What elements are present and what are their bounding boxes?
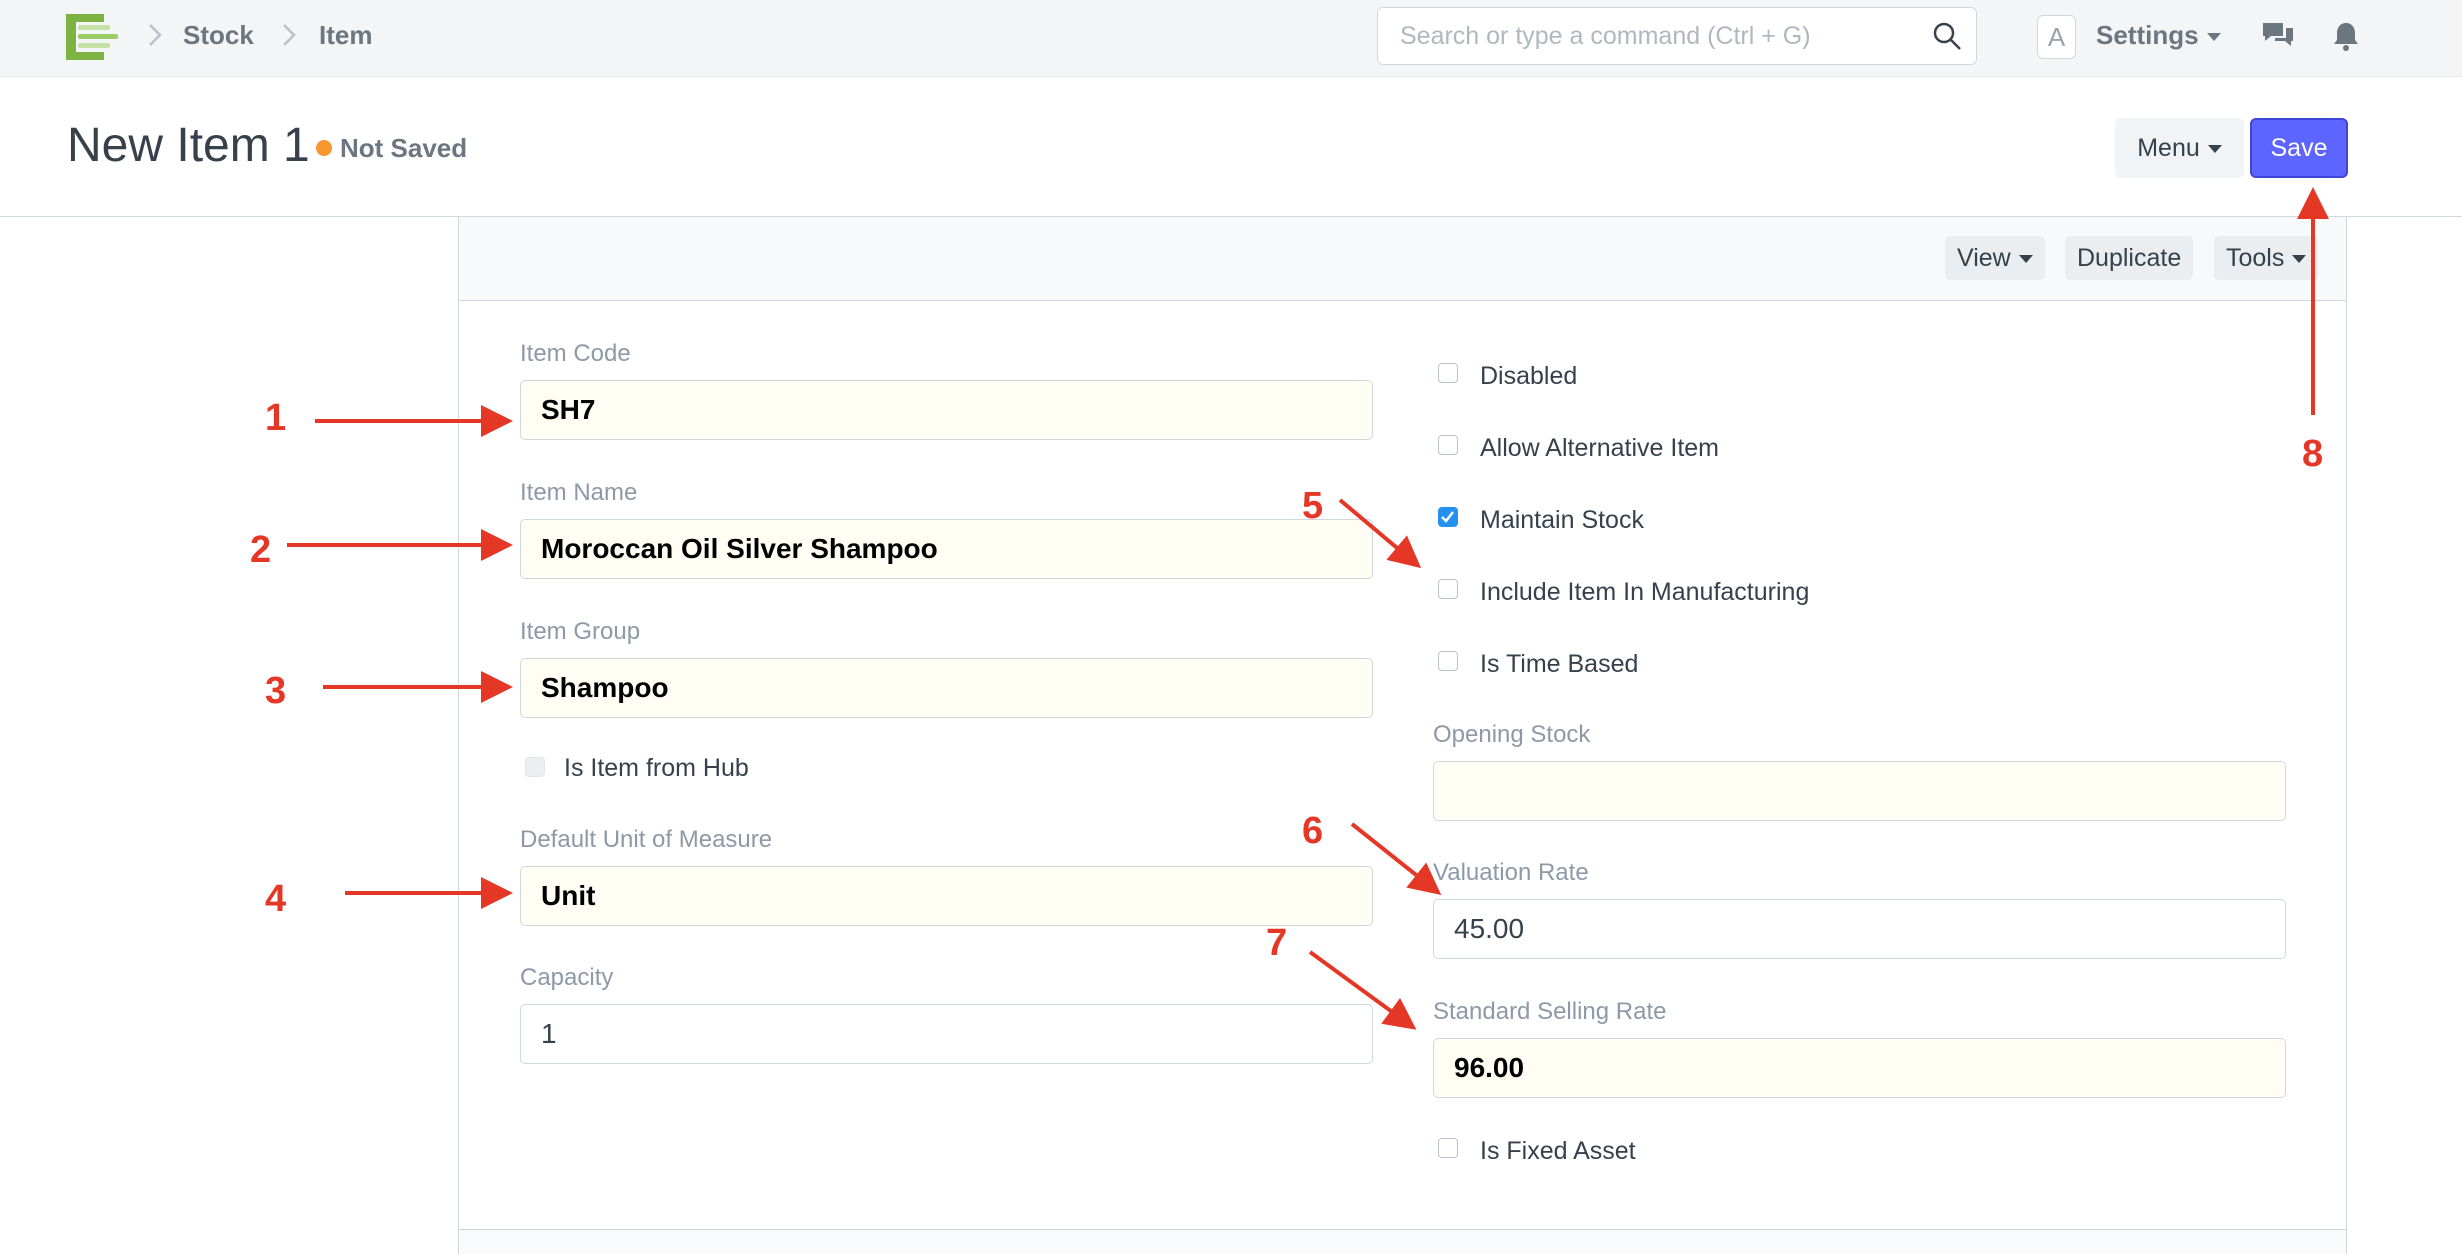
caret-down-icon xyxy=(2018,255,2033,264)
item-group-field[interactable]: Shampoo xyxy=(520,658,1373,718)
caret-down-icon xyxy=(2206,33,2221,42)
capacity-label: Capacity xyxy=(520,964,614,991)
annotation-label-4: 4 xyxy=(265,878,287,920)
item-group-label: Item Group xyxy=(520,618,641,645)
annotation-label-1: 1 xyxy=(265,397,287,439)
search-icon xyxy=(1933,22,1961,50)
annotation-label-5: 5 xyxy=(1302,485,1324,527)
is-fixed-asset-label: Is Fixed Asset xyxy=(1480,1137,1636,1165)
settings-label: Settings xyxy=(2096,20,2199,50)
checkmark-icon xyxy=(1441,511,1454,523)
save-button[interactable]: Save xyxy=(2250,118,2348,178)
chat-icon[interactable] xyxy=(2261,20,2295,50)
tools-label: Tools xyxy=(2226,244,2285,272)
form-toolbar: View Duplicate Tools xyxy=(459,217,2346,301)
is-time-based-label: Is Time Based xyxy=(1480,650,1639,678)
include-in-manufacturing-checkbox[interactable] xyxy=(1438,579,1458,599)
disabled-label: Disabled xyxy=(1480,362,1578,390)
annotation-label-2: 2 xyxy=(250,529,272,571)
annotation-label-3: 3 xyxy=(265,670,287,712)
app-logo-icon[interactable] xyxy=(64,12,120,62)
view-label: View xyxy=(1957,244,2011,272)
valuation-rate-field[interactable]: 45.00 xyxy=(1433,899,2286,959)
annotation-label-7: 7 xyxy=(1266,922,1288,964)
selling-rate-label: Standard Selling Rate xyxy=(1433,998,1667,1025)
selling-rate-field[interactable]: 96.00 xyxy=(1433,1038,2286,1098)
duplicate-button[interactable]: Duplicate xyxy=(2065,236,2194,280)
caret-down-icon xyxy=(2207,144,2222,153)
bell-icon[interactable] xyxy=(2331,20,2361,52)
menu-label: Menu xyxy=(2137,133,2200,162)
page-title: New Item 1 xyxy=(67,119,310,172)
capacity-field[interactable]: 1 xyxy=(520,1004,1373,1064)
item-name-field[interactable]: Moroccan Oil Silver Shampoo xyxy=(520,519,1373,579)
top-navbar: Stock Item Search or type a command (Ctr… xyxy=(0,0,2462,77)
is-fixed-asset-checkbox[interactable] xyxy=(1438,1138,1458,1158)
annotation-label-8: 8 xyxy=(2302,433,2324,475)
form-card: View Duplicate Tools xyxy=(458,217,2347,1254)
item-code-field[interactable]: SH7 xyxy=(520,380,1373,440)
uom-field[interactable]: Unit xyxy=(520,866,1373,926)
uom-label: Default Unit of Measure xyxy=(520,826,773,853)
view-button[interactable]: View xyxy=(1945,236,2045,280)
breadcrumb-stock[interactable]: Stock xyxy=(183,20,254,51)
status-badge: Not Saved xyxy=(340,133,468,163)
avatar[interactable]: A xyxy=(2037,15,2076,59)
maintain-stock-label: Maintain Stock xyxy=(1480,506,1644,534)
include-in-manufacturing-label: Include Item In Manufacturing xyxy=(1480,578,1810,606)
chevron-right-icon xyxy=(283,24,296,46)
settings-dropdown[interactable]: Settings xyxy=(2096,20,2221,51)
page-header: New Item 1 Not Saved Menu Save xyxy=(0,78,2462,217)
section-divider xyxy=(459,1229,2346,1254)
search-placeholder: Search or type a command (Ctrl + G) xyxy=(1400,22,1811,50)
annotation-label-6: 6 xyxy=(1302,810,1324,852)
breadcrumb-item[interactable]: Item xyxy=(319,20,372,51)
is-time-based-checkbox[interactable] xyxy=(1438,651,1458,671)
maintain-stock-checkbox[interactable] xyxy=(1438,507,1458,527)
valuation-rate-label: Valuation Rate xyxy=(1433,859,1589,886)
is-item-from-hub-label: Is Item from Hub xyxy=(564,754,749,782)
disabled-checkbox[interactable] xyxy=(1438,363,1458,383)
caret-down-icon xyxy=(2292,255,2307,264)
chevron-right-icon xyxy=(149,24,162,46)
opening-stock-label: Opening Stock xyxy=(1433,721,1591,748)
opening-stock-field[interactable] xyxy=(1433,761,2286,821)
allow-alternative-item-label: Allow Alternative Item xyxy=(1480,434,1719,462)
allow-alternative-item-checkbox[interactable] xyxy=(1438,435,1458,455)
status-indicator xyxy=(316,140,332,156)
menu-button[interactable]: Menu xyxy=(2115,118,2244,178)
tools-button[interactable]: Tools xyxy=(2214,236,2319,280)
item-code-label: Item Code xyxy=(520,340,631,367)
item-name-label: Item Name xyxy=(520,479,638,506)
is-item-from-hub-checkbox[interactable] xyxy=(525,757,545,777)
search-input[interactable]: Search or type a command (Ctrl + G) xyxy=(1377,7,1977,65)
